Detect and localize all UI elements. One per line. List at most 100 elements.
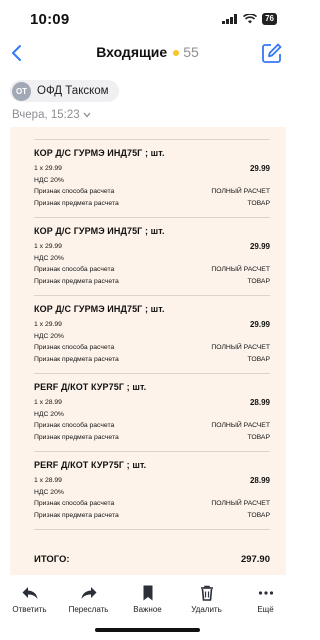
receipt-item: PERF Д/КОТ КУР75Г ; шт. 1 x 28.99 28.99 Н… — [34, 452, 270, 530]
method-value: ПОЛНЫЙ РАСЧЕТ — [211, 344, 270, 352]
item-qty: 1 x 29.99 — [34, 165, 62, 173]
item-subject-row: Признак предмета расчета ТОВАР — [34, 510, 270, 522]
method-value: ПОЛНЫЙ РАСЧЕТ — [211, 266, 270, 274]
forward-label: Переслать — [68, 605, 109, 614]
unread-count: 55 — [183, 44, 199, 60]
item-price: 29.99 — [249, 320, 270, 330]
important-button[interactable]: Важное — [118, 581, 177, 621]
forward-icon — [81, 587, 96, 599]
method-value: ПОЛНЫЙ РАСЧЕТ — [211, 500, 270, 508]
item-subject-row: Признак предмета расчета ТОВАР — [34, 276, 270, 288]
item-price: 28.99 — [249, 398, 270, 408]
item-name: КОР Д/С ГУРМЭ ИНД75Г ; шт. — [34, 304, 165, 314]
item-vat: НДС 20% — [34, 332, 64, 340]
sender-chip[interactable]: ОТ ОФД Такском — [10, 80, 119, 102]
total-label: ИТОГО: — [34, 554, 70, 565]
receipt-item: КОР Д/С ГУРМЭ ИНД75Г ; шт. 1 x 29.99 29.9… — [34, 296, 270, 374]
subject-value: ТОВАР — [247, 355, 270, 363]
status-time: 10:09 — [30, 11, 70, 28]
item-subject-row: Признак предмета расчета ТОВАР — [34, 354, 270, 366]
item-vat-row: НДС 20% — [34, 331, 270, 343]
bookmark-icon — [143, 585, 152, 601]
item-name: PERF Д/КОТ КУР75Г ; шт. — [34, 382, 147, 392]
item-name: КОР Д/С ГУРМЭ ИНД75Г ; шт. — [34, 148, 165, 158]
reply-label: Ответить — [12, 605, 47, 614]
item-method-row: Признак способа расчета ПОЛНЫЙ РАСЧЕТ — [34, 186, 270, 198]
item-qty-row: 1 x 29.99 29.99 — [34, 163, 270, 175]
reply-button[interactable]: Ответить — [0, 581, 59, 621]
method-label: Признак способа расчета — [34, 266, 115, 274]
page-title: Входящие 55 — [0, 44, 295, 60]
subject-value: ТОВАР — [247, 433, 270, 441]
home-indicator — [95, 628, 200, 632]
item-qty: 1 x 28.99 — [34, 477, 62, 485]
subject-label: Признак предмета расчета — [34, 355, 119, 363]
item-vat-row: НДС 20% — [34, 253, 270, 265]
item-method-row: Признак способа расчета ПОЛНЫЙ РАСЧЕТ — [34, 342, 270, 354]
subject-label: Признак предмета расчета — [34, 199, 119, 207]
message-toolbar: Ответить Переслать Важное Удалить Ещё — [0, 581, 295, 621]
item-vat: НДС 20% — [34, 410, 64, 418]
item-subject-row: Признак предмета расчета ТОВАР — [34, 432, 270, 444]
delete-label: Удалить — [191, 605, 222, 614]
item-vat: НДС 20% — [34, 488, 64, 496]
item-vat-row: НДС 20% — [34, 487, 270, 499]
item-name: КОР Д/С ГУРМЭ ИНД75Г ; шт. — [34, 226, 165, 236]
subject-label: Признак предмета расчета — [34, 433, 119, 441]
item-vat-row: НДС 20% — [34, 409, 270, 421]
item-vat-row: НДС 20% — [34, 175, 270, 187]
mailbox-name: Входящие — [96, 44, 168, 60]
receipt-item: КОР Д/С ГУРМЭ ИНД75Г ; шт. 1 x 29.99 29.9… — [34, 140, 270, 218]
chevron-down-icon — [83, 112, 91, 118]
total-value: 297.90 — [240, 554, 270, 565]
item-qty-row: 1 x 28.99 28.99 — [34, 397, 270, 409]
item-price: 29.99 — [249, 242, 270, 252]
receipt-item: PERF Д/КОТ КУР75Г ; шт. 1 x 28.99 28.99 Н… — [34, 374, 270, 452]
item-method-row: Признак способа расчета ПОЛНЫЙ РАСЧЕТ — [34, 498, 270, 510]
date-text: Вчера, 15:23 — [12, 109, 80, 121]
subject-label: Признак предмета расчета — [34, 511, 119, 519]
method-label: Признак способа расчета — [34, 344, 115, 352]
status-bar: 10:09 76 — [0, 0, 295, 38]
item-price: 29.99 — [249, 164, 270, 174]
avatar: ОТ — [12, 81, 31, 101]
method-label: Признак способа расчета — [34, 422, 115, 430]
receipt-total: ИТОГО: 297.90 — [34, 554, 270, 565]
item-price: 28.99 — [249, 476, 270, 486]
sender-name: ОФД Такском — [37, 85, 109, 97]
item-method-row: Признак способа расчета ПОЛНЫЙ РАСЧЕТ — [34, 264, 270, 276]
compose-icon — [262, 43, 282, 63]
method-label: Признак способа расчета — [34, 188, 115, 196]
status-icons: 76 — [222, 13, 277, 25]
item-qty-row: 1 x 28.99 28.99 — [34, 475, 270, 487]
receipt-content: КОР Д/С ГУРМЭ ИНД75Г ; шт. 1 x 29.99 29.9… — [34, 139, 270, 565]
method-label: Признак способа расчета — [34, 500, 115, 508]
message-date[interactable]: Вчера, 15:23 — [12, 109, 91, 121]
forward-button[interactable]: Переслать — [59, 581, 118, 621]
item-qty-row: 1 x 29.99 29.99 — [34, 241, 270, 253]
compose-button[interactable] — [261, 42, 283, 64]
subject-value: ТОВАР — [247, 199, 270, 207]
nav-bar: Входящие 55 — [0, 38, 295, 68]
item-name: PERF Д/КОТ КУР75Г ; шт. — [34, 460, 147, 470]
wifi-icon — [243, 14, 258, 24]
receipt: КОР Д/С ГУРМЭ ИНД75Г ; шт. 1 x 29.99 29.9… — [10, 127, 286, 575]
item-qty-row: 1 x 29.99 29.99 — [34, 319, 270, 331]
item-method-row: Признак способа расчета ПОЛНЫЙ РАСЧЕТ — [34, 420, 270, 432]
subject-value: ТОВАР — [247, 511, 270, 519]
subject-label: Признак предмета расчета — [34, 277, 119, 285]
more-label: Ещё — [257, 605, 274, 614]
item-vat: НДС 20% — [34, 176, 64, 184]
battery-indicator: 76 — [262, 13, 277, 25]
item-subject-row: Признак предмета расчета ТОВАР — [34, 198, 270, 210]
receipt-item: КОР Д/С ГУРМЭ ИНД75Г ; шт. 1 x 29.99 29.9… — [34, 218, 270, 296]
more-button[interactable]: Ещё — [236, 581, 295, 621]
subject-value: ТОВАР — [247, 277, 270, 285]
important-label: Важное — [133, 605, 162, 614]
method-value: ПОЛНЫЙ РАСЧЕТ — [211, 188, 270, 196]
more-icon — [258, 591, 273, 595]
signal-icon — [222, 14, 238, 24]
delete-button[interactable]: Удалить — [177, 581, 236, 621]
item-qty: 1 x 29.99 — [34, 243, 62, 251]
trash-icon — [200, 585, 213, 601]
